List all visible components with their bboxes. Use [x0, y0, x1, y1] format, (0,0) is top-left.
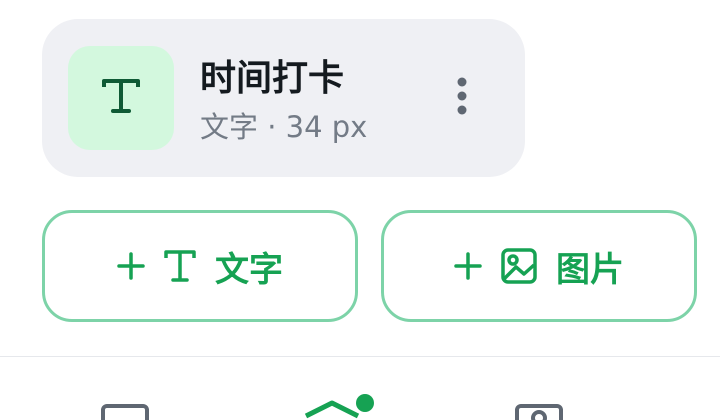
layer-item[interactable]: 时间打卡 文字 · 34 px — [42, 19, 525, 177]
plus-icon — [454, 252, 482, 280]
add-image-label: 图片 — [556, 249, 624, 290]
divider — [0, 356, 720, 357]
image-gallery-icon — [514, 388, 566, 420]
more-vertical-icon — [457, 77, 467, 119]
add-text-label: 文字 — [215, 249, 283, 290]
image-icon — [500, 247, 538, 285]
text-type-icon — [163, 248, 197, 284]
text-type-icon — [98, 73, 144, 123]
layer-thumbnail — [68, 46, 174, 150]
layers-icon — [300, 392, 380, 420]
layer-subtitle: 文字 · 34 px — [200, 110, 368, 144]
nav-layers[interactable] — [300, 392, 380, 420]
plus-icon — [117, 252, 145, 280]
device-frame-icon — [100, 388, 152, 420]
layer-title: 时间打卡 — [200, 58, 345, 99]
nav-device-frame[interactable] — [100, 388, 152, 420]
add-text-button[interactable]: 文字 — [42, 210, 358, 322]
editor-panel: 时间打卡 文字 · 34 px 文字 图片 — [0, 0, 720, 420]
add-image-button[interactable]: 图片 — [381, 210, 697, 322]
nav-image-gallery[interactable] — [514, 388, 566, 420]
layer-more-button[interactable] — [442, 73, 482, 123]
